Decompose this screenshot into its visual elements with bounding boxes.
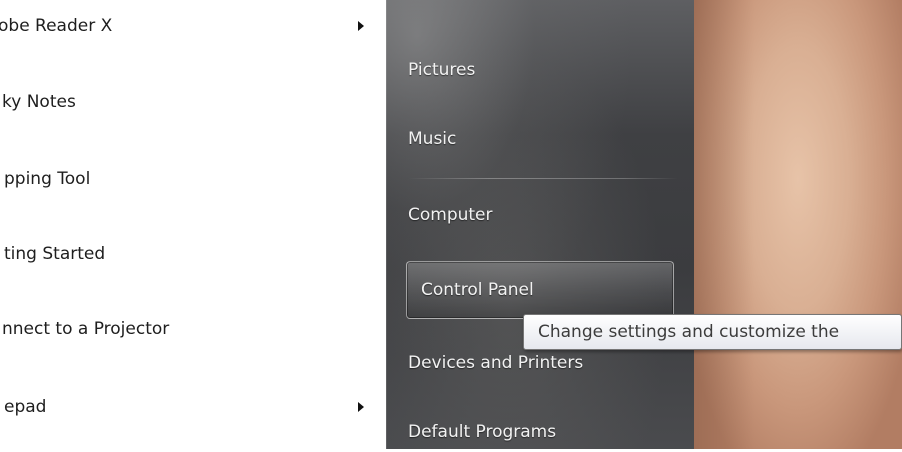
place-item-control-panel[interactable]: Control Panel xyxy=(406,261,674,319)
tooltip: Change settings and customize the xyxy=(523,314,902,350)
program-item-notepad[interactable]: epad xyxy=(0,389,380,425)
program-label: ky Notes xyxy=(2,92,76,112)
program-label: epad xyxy=(4,397,47,417)
program-item-getting-started[interactable]: ting Started xyxy=(0,236,380,272)
program-item-snipping-tool[interactable]: pping Tool xyxy=(0,161,380,197)
place-item-music[interactable]: Music xyxy=(408,119,456,159)
program-label: ting Started xyxy=(4,244,106,264)
place-label: Devices and Printers xyxy=(408,353,584,373)
places-pane: Pictures Music Computer Devices and Prin… xyxy=(386,0,694,449)
place-label: Computer xyxy=(408,205,493,225)
place-label: Default Programs xyxy=(408,422,557,442)
tooltip-text: Change settings and customize the xyxy=(538,322,840,342)
program-label: pping Tool xyxy=(4,169,91,189)
submenu-arrow-icon xyxy=(358,402,364,412)
program-item-adobe-reader[interactable]: obe Reader X xyxy=(0,8,380,44)
place-item-computer[interactable]: Computer xyxy=(408,195,493,235)
place-item-default-programs[interactable]: Default Programs xyxy=(408,412,556,452)
place-label: Music xyxy=(408,129,457,149)
place-item-pictures[interactable]: Pictures xyxy=(408,50,475,90)
program-label: nnect to a Projector xyxy=(2,319,170,339)
place-label: Control Panel xyxy=(421,280,534,300)
program-item-sticky-notes[interactable]: ky Notes xyxy=(0,84,380,120)
place-label: Pictures xyxy=(408,60,476,80)
submenu-arrow-icon xyxy=(358,21,364,31)
user-picture xyxy=(694,0,902,449)
separator xyxy=(408,178,678,179)
program-label: obe Reader X xyxy=(0,16,113,36)
programs-list: obe Reader X ky Notes pping Tool ting St… xyxy=(0,0,380,449)
program-item-connect-projector[interactable]: nnect to a Projector xyxy=(0,311,380,347)
